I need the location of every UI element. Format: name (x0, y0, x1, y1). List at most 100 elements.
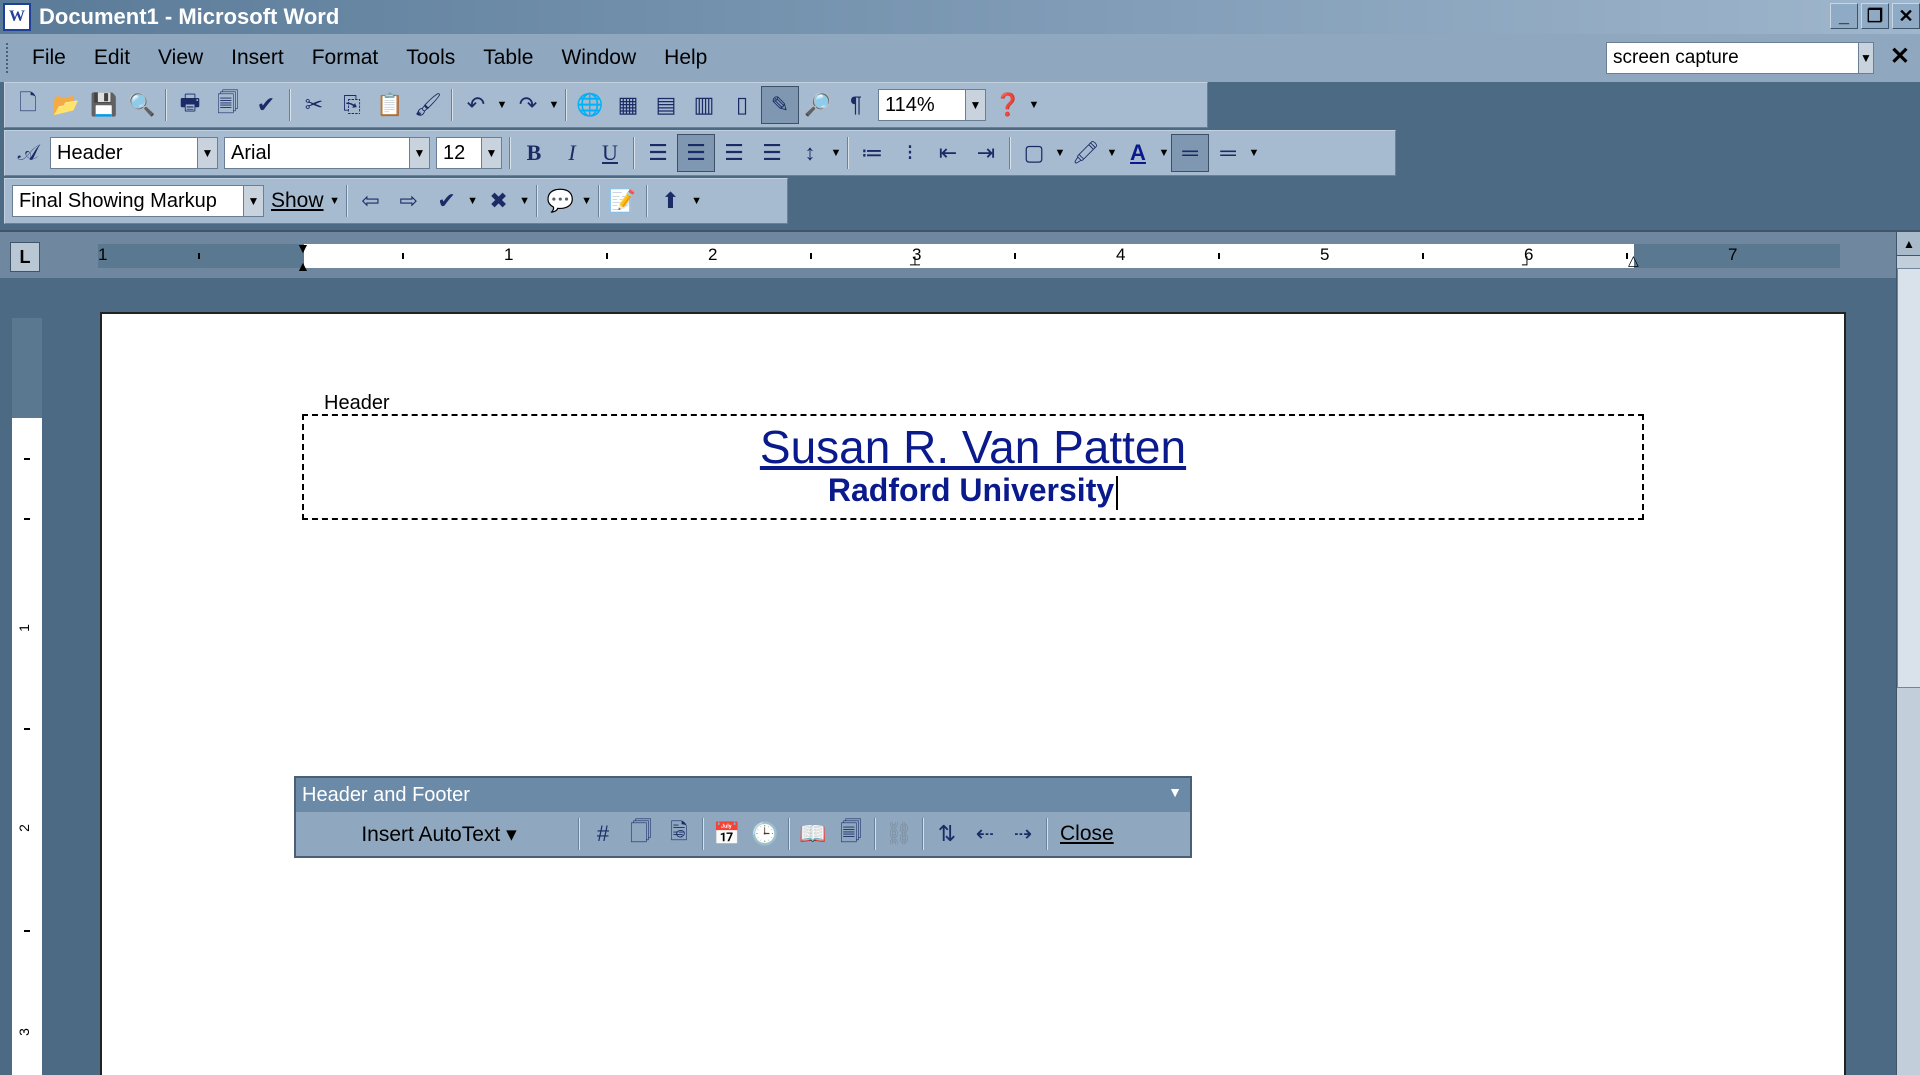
decrease-indent-icon[interactable]: ⇤ (929, 134, 967, 172)
font-size-combo[interactable]: 12 ▼ (436, 137, 502, 169)
show-previous-icon[interactable]: ⇠ (966, 815, 1004, 853)
format-page-number-icon[interactable]: 🗟 (660, 815, 698, 853)
redo-icon[interactable]: ↷ (509, 86, 547, 124)
font-combo[interactable]: Arial ▼ (224, 137, 430, 169)
menu-table[interactable]: Table (469, 46, 547, 70)
toolbar-options-icon[interactable]: ▼ (1027, 99, 1041, 111)
insert-number-of-pages-icon[interactable]: 🗍 (622, 815, 660, 853)
menu-edit[interactable]: Edit (80, 46, 144, 70)
font-color-icon[interactable]: A (1119, 134, 1157, 172)
undo-icon[interactable]: ↶ (457, 86, 495, 124)
insert-time-icon[interactable]: 🕒 (746, 815, 784, 853)
right-indent-marker[interactable]: △ (1628, 252, 1639, 269)
align-center-icon[interactable]: ☰ (677, 134, 715, 172)
page-setup-icon[interactable]: 📖 (794, 815, 832, 853)
format-painter-icon[interactable]: 🖌 (409, 86, 447, 124)
italic-icon[interactable]: I (553, 134, 591, 172)
menu-grip[interactable] (6, 43, 12, 73)
word-app-icon[interactable]: W (3, 3, 31, 31)
show-dropdown-icon[interactable]: ▼ (328, 195, 342, 207)
scroll-thumb[interactable] (1897, 268, 1920, 688)
accept-dropdown-icon[interactable]: ▼ (466, 195, 480, 207)
insert-page-number-icon[interactable]: # (584, 815, 622, 853)
styles-icon[interactable]: 𝒜 (9, 134, 47, 172)
insert-table-icon[interactable]: ▤ (647, 86, 685, 124)
chevron-down-icon[interactable]: ▼ (1858, 43, 1873, 73)
line-spacing-dropdown-icon[interactable]: ▼ (829, 147, 843, 159)
open-folder-icon[interactable]: 📂 (47, 86, 85, 124)
menu-format[interactable]: Format (298, 46, 393, 70)
cut-icon[interactable]: ✂ (295, 86, 333, 124)
bullets-icon[interactable]: ⁝ (891, 134, 929, 172)
close-icon[interactable]: ✕ (1892, 3, 1920, 29)
menu-window[interactable]: Window (547, 46, 650, 70)
insert-excel-icon[interactable]: ▥ (685, 86, 723, 124)
menu-file[interactable]: File (18, 46, 80, 70)
help-icon[interactable]: ❓ (989, 86, 1027, 124)
horizontal-ruler[interactable]: 1 1 2 3 4 5 6 7 ▼ ▲ ┴ ┘ △ (98, 240, 1840, 274)
document-page[interactable]: Header Susan R. Van Patten Radford Unive… (100, 312, 1846, 1075)
show-menu-button[interactable]: Show (267, 189, 328, 213)
underline-icon[interactable]: U (591, 134, 629, 172)
show-hide-icon[interactable]: ¶ (837, 86, 875, 124)
reject-dropdown-icon[interactable]: ▼ (518, 195, 532, 207)
chevron-down-icon[interactable]: ▼ (481, 138, 501, 168)
numbering-icon[interactable]: ≔ (853, 134, 891, 172)
borders-icon[interactable]: ▢ (1015, 134, 1053, 172)
print-icon[interactable]: 🖶 (171, 86, 209, 124)
insert-comment-icon[interactable]: 💬 (542, 182, 580, 220)
reject-change-icon[interactable]: ✖ (480, 182, 518, 220)
chevron-down-icon[interactable]: ▼ (197, 138, 217, 168)
ask-a-question-box[interactable]: ▼ (1606, 42, 1874, 74)
close-help-icon[interactable]: ✕ (1890, 42, 1910, 71)
increase-indent-icon[interactable]: ⇥ (967, 134, 1005, 172)
zoom-combo[interactable]: 114% ▼ (878, 89, 986, 121)
toolbar-options-icon[interactable]: ▼ (1247, 147, 1261, 159)
hyperlink-icon[interactable]: 🌐 (571, 86, 609, 124)
save-icon[interactable]: 💾 (85, 86, 123, 124)
first-line-indent-marker[interactable]: ▼ (296, 240, 310, 256)
show-next-icon[interactable]: ⇢ (1004, 815, 1042, 853)
new-document-icon[interactable]: 🗋 (9, 86, 47, 124)
style-combo[interactable]: Header ▼ (50, 137, 218, 169)
chevron-down-icon[interactable]: ▼ (243, 186, 263, 216)
right-tab-marker[interactable]: ┘ (1522, 256, 1532, 272)
previous-change-icon[interactable]: ⇦ (352, 182, 390, 220)
accept-change-icon[interactable]: ✔ (428, 182, 466, 220)
font-color-dropdown-icon[interactable]: ▼ (1157, 147, 1171, 159)
columns-icon[interactable]: ▯ (723, 86, 761, 124)
reviewing-pane-icon[interactable]: ⬆ (652, 182, 690, 220)
show-hide-document-text-icon[interactable]: 🗐 (832, 815, 870, 853)
menu-insert[interactable]: Insert (217, 46, 298, 70)
print-preview-icon[interactable]: 🗐 (209, 86, 247, 124)
vertical-ruler[interactable]: 1 2 3 (12, 318, 42, 1075)
menu-help[interactable]: Help (650, 46, 721, 70)
document-map-icon[interactable]: 🔎 (799, 86, 837, 124)
header-edit-area[interactable]: Susan R. Van Patten Radford University (302, 414, 1644, 520)
help-search-input[interactable] (1607, 44, 1858, 72)
insert-date-icon[interactable]: 📅 (708, 815, 746, 853)
permission-icon[interactable]: 🔍 (123, 86, 161, 124)
comment-dropdown-icon[interactable]: ▼ (580, 195, 594, 207)
header-line-name[interactable]: Susan R. Van Patten (304, 420, 1642, 474)
highlight-dropdown-icon[interactable]: ▼ (1105, 147, 1119, 159)
insert-autotext-button[interactable]: Insert AutoText ▾ (304, 822, 574, 847)
chevron-down-icon[interactable]: ▼ (965, 90, 985, 120)
drawing-icon[interactable]: ✎ (761, 86, 799, 124)
menu-tools[interactable]: Tools (392, 46, 469, 70)
align-right-icon[interactable]: ☰ (715, 134, 753, 172)
chevron-down-icon[interactable]: ▼ (1168, 784, 1182, 800)
next-change-icon[interactable]: ⇨ (390, 182, 428, 220)
vertical-scrollbar[interactable]: ▲ (1896, 232, 1920, 1075)
scroll-up-icon[interactable]: ▲ (1897, 232, 1920, 256)
restore-icon[interactable]: ❐ (1861, 3, 1889, 29)
align-left-icon[interactable]: ☰ (639, 134, 677, 172)
redo-dropdown-icon[interactable]: ▼ (547, 99, 561, 111)
header-line-university[interactable]: Radford University (304, 472, 1642, 510)
line-style-icon[interactable]: ═ (1171, 134, 1209, 172)
tab-selector[interactable]: L (10, 242, 40, 272)
chevron-down-icon[interactable]: ▼ (409, 138, 429, 168)
copy-icon[interactable]: ⎘ (333, 86, 371, 124)
toolbar-options-icon[interactable]: ▼ (690, 195, 704, 207)
bold-icon[interactable]: B (515, 134, 553, 172)
